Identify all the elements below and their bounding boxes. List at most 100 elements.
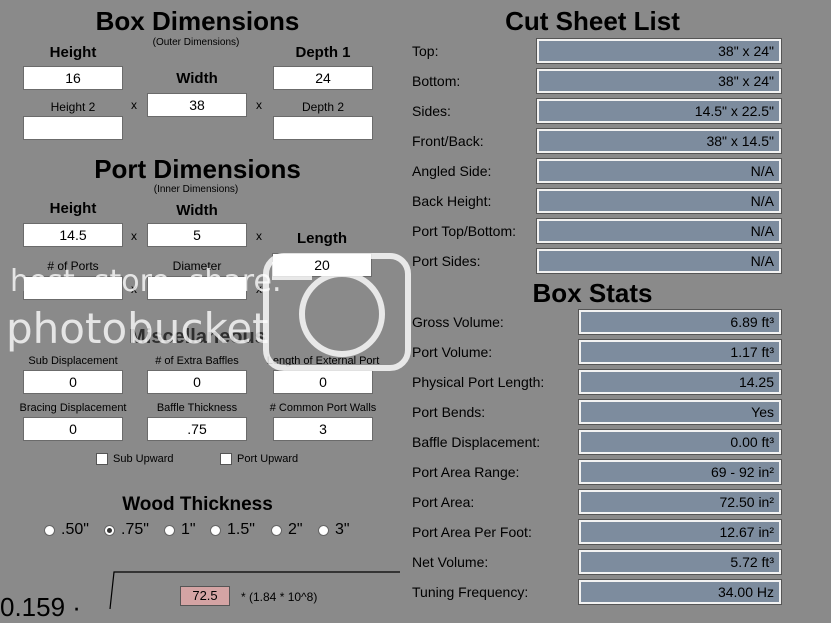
stat-row-value: 69 - 92 in²: [578, 459, 782, 485]
radio-dot[interactable]: [210, 524, 221, 536]
box-dimensions-subtitle: (Outer Dimensions): [152, 37, 240, 48]
common-port-walls-input[interactable]: 3: [273, 417, 373, 441]
cut-row-label: Port Top/Bottom:: [412, 223, 517, 239]
stat-row-value: 34.00 Hz: [578, 579, 782, 605]
port-dimensions-subtitle: (Inner Dimensions): [153, 184, 239, 195]
stat-row-label: Gross Volume:: [412, 314, 504, 330]
wood-option-15[interactable]: 1.5": [210, 521, 255, 539]
cut-row-label: Top:: [412, 43, 439, 59]
extra-baffles-input[interactable]: 0: [147, 370, 247, 394]
port-upward-checkbox[interactable]: Port Upward: [220, 453, 298, 465]
stat-row-value: 6.89 ft³: [578, 309, 782, 335]
wood-option-label: 3": [335, 521, 350, 538]
cut-row-value: N/A: [536, 188, 782, 214]
wood-option-label: 1.5": [227, 521, 255, 538]
wood-thickness-title: Wood Thickness: [122, 494, 273, 515]
stat-row-value: 14.25: [578, 369, 782, 395]
wood-option-2[interactable]: 2": [271, 521, 303, 539]
bracing-displacement-input[interactable]: 0: [23, 417, 123, 441]
wood-option-3[interactable]: 3": [318, 521, 350, 539]
stat-row-value: 1.17 ft³: [578, 339, 782, 365]
wood-option-050[interactable]: .50": [44, 521, 89, 539]
box-depth2-label: Depth 2: [301, 100, 345, 114]
baffle-thickness-input[interactable]: .75: [147, 417, 247, 441]
stat-row-label: Tuning Frequency:: [412, 584, 529, 600]
formula-prefix: 0.159 ·: [0, 592, 81, 622]
radio-dot[interactable]: [164, 524, 175, 536]
box-height-input[interactable]: 16: [23, 66, 123, 90]
cut-row-value: 38" x 14.5": [536, 128, 782, 154]
formula-port-area-value: 72.5: [180, 586, 230, 606]
port-dimensions-title: Port Dimensions: [94, 154, 301, 184]
port-length-label: Length: [297, 230, 347, 247]
wood-option-label: 1": [181, 521, 196, 538]
checkbox-box[interactable]: [220, 453, 232, 465]
box-width-input[interactable]: 38: [147, 93, 247, 117]
box-stats-title: Box Stats: [532, 278, 653, 308]
baffle-thickness-label: Baffle Thickness: [156, 402, 238, 414]
sub-upward-checkbox[interactable]: Sub Upward: [96, 453, 174, 465]
box-depth1-label: Depth 1: [295, 44, 351, 61]
times-sign: x: [131, 98, 137, 112]
cut-row-value: N/A: [536, 158, 782, 184]
cut-row-label: Bottom:: [412, 73, 461, 89]
radio-dot[interactable]: [271, 524, 282, 536]
stat-row-value: 0.00 ft³: [578, 429, 782, 455]
cut-row-label: Angled Side:: [412, 163, 492, 179]
cut-row-value: 38" x 24": [536, 38, 782, 64]
sub-displacement-label: Sub Displacement: [28, 355, 118, 367]
stat-row-value: 72.50 in²: [578, 489, 782, 515]
wood-option-label: 2": [288, 521, 303, 538]
times-sign: x: [131, 229, 137, 243]
bracing-displacement-label: Bracing Displacement: [19, 402, 127, 414]
cut-row-label: Port Sides:: [412, 253, 481, 269]
box-dimensions-title: Box Dimensions: [95, 6, 300, 36]
stat-row-value: Yes: [578, 399, 782, 425]
times-sign: x: [256, 98, 262, 112]
stat-row-label: Physical Port Length:: [412, 374, 545, 390]
watermark-brand: photobucket: [6, 304, 269, 353]
stat-row-label: Port Area Per Foot:: [412, 524, 532, 540]
stat-row-value: 5.72 ft³: [578, 549, 782, 575]
common-port-walls-label: # Common Port Walls: [269, 402, 377, 414]
stat-row-label: Baffle Displacement:: [412, 434, 541, 450]
cut-row-value: 38" x 24": [536, 68, 782, 94]
formula-suffix: * (1.84 * 10^8): [241, 590, 318, 604]
extra-baffles-label: # of Extra Baffles: [155, 355, 239, 367]
watermark-tagline: host. store. share.: [10, 264, 282, 299]
cut-sheet-title: Cut Sheet List: [505, 6, 680, 36]
cut-row-label: Back Height:: [412, 193, 492, 209]
cut-row-value: N/A: [536, 248, 782, 274]
box-height2-input[interactable]: [23, 116, 123, 140]
port-upward-label: Port Upward: [237, 453, 299, 465]
radio-dot[interactable]: [318, 524, 329, 536]
radio-dot-selected[interactable]: [104, 524, 115, 536]
wood-option-1[interactable]: 1": [164, 521, 196, 539]
wood-option-075[interactable]: .75": [104, 521, 149, 539]
port-width-input[interactable]: 5: [147, 223, 247, 247]
box-depth1-input[interactable]: 24: [273, 66, 373, 90]
radio-dot[interactable]: [44, 524, 55, 536]
sub-displacement-input[interactable]: 0: [23, 370, 123, 394]
cut-row-value: 14.5" x 22.5": [536, 98, 782, 124]
cut-row-label: Sides:: [412, 103, 451, 119]
box-height2-label: Height 2: [50, 100, 96, 114]
cut-row-value: N/A: [536, 218, 782, 244]
port-height-input[interactable]: 14.5: [23, 223, 123, 247]
stat-row-label: Port Area:: [412, 494, 475, 510]
sub-upward-label: Sub Upward: [113, 453, 174, 465]
stat-row-label: Net Volume:: [412, 554, 489, 570]
box-depth2-input[interactable]: [273, 116, 373, 140]
external-port-input[interactable]: 0: [273, 370, 373, 394]
stat-row-value: 12.67 in²: [578, 519, 782, 545]
stat-row-label: Port Area Range:: [412, 464, 520, 480]
stat-row-label: Port Volume:: [412, 344, 493, 360]
camera-watermark-icon: [263, 253, 411, 371]
checkbox-box[interactable]: [96, 453, 108, 465]
wood-option-label: .50": [61, 521, 89, 538]
port-height-label: Height: [49, 200, 97, 217]
cut-row-label: Front/Back:: [412, 133, 484, 149]
wood-option-label: .75": [121, 521, 149, 538]
times-sign: x: [256, 229, 262, 243]
box-width-label: Width: [176, 70, 218, 87]
